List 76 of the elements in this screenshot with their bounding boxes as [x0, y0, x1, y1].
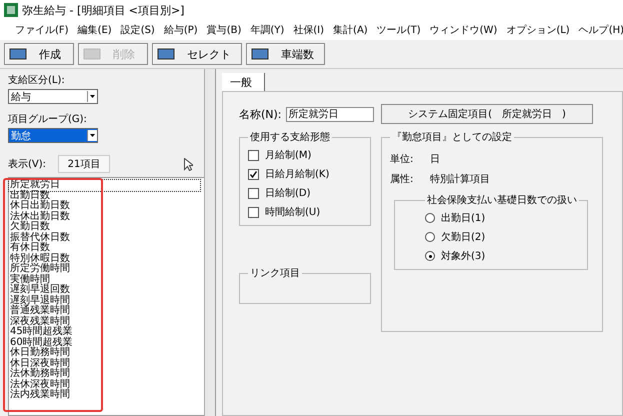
list-item[interactable]: 休日深夜時間 — [9, 358, 70, 369]
list-item[interactable]: 欠勤日数 — [9, 222, 50, 232]
list-item[interactable]: 特別休暇日数 — [9, 254, 70, 264]
radio-button[interactable] — [425, 251, 435, 261]
item-group-label: 項目グループ(G): — [8, 112, 88, 126]
tab[interactable]: 一般 — [222, 73, 265, 91]
list-item[interactable]: 所定労働時間 — [9, 264, 70, 274]
menu-item[interactable]: 年調(Y) — [250, 23, 284, 37]
toolbar-icon — [9, 47, 29, 61]
list-item[interactable]: 普通残業時間 — [9, 306, 70, 316]
checkbox[interactable] — [248, 168, 259, 180]
list-item[interactable]: 実働時間 — [9, 274, 50, 285]
list-item[interactable]: 遅刻早退回数 — [9, 285, 70, 296]
list-item[interactable]: 法内残業時間 — [9, 390, 70, 400]
menu-item[interactable]: ウィンドウ(W) — [430, 23, 498, 37]
pay-type-label: 支給区分(L): — [8, 74, 66, 87]
attribute-value: 特別計算項目 — [430, 172, 491, 186]
item-group-dropdown[interactable]: 勤怠 — [8, 128, 98, 143]
menu-item[interactable]: ヘルプ(H) — [578, 23, 623, 37]
list-item[interactable]: 振替代休日数 — [9, 232, 70, 243]
toolbar-icon — [157, 47, 177, 61]
group-title: 使用する支給形態 — [249, 130, 331, 144]
list-item[interactable]: 有休日数 — [9, 243, 50, 254]
toolbar-button[interactable]: 車端数 — [246, 43, 325, 65]
checkbox-option[interactable]: 月給制(M) — [248, 148, 362, 162]
radio-button[interactable] — [425, 232, 435, 242]
menu-item[interactable]: 社保(I) — [293, 23, 324, 37]
menu-item[interactable]: 設定(S) — [120, 23, 155, 37]
menu-item[interactable]: 集計(A) — [333, 23, 368, 37]
list-item[interactable]: 出勤日数 — [9, 190, 50, 201]
window-title: 弥生給与 - [明細項目 <項目別>] — [22, 2, 184, 18]
list-item[interactable]: 法休深夜時間 — [9, 380, 70, 390]
radio-button[interactable] — [425, 213, 435, 223]
toolbar-icon — [83, 47, 103, 61]
checkbox[interactable] — [248, 206, 259, 218]
radio-option[interactable]: 出勤日(1) — [425, 211, 579, 225]
attribute-label: 属性: — [390, 172, 414, 186]
system-item-button[interactable]: システム固定項目( 所定就労日 ) — [381, 104, 593, 124]
toolbar-icon — [251, 47, 271, 61]
list-item[interactable]: 深夜残業時間 — [9, 316, 70, 327]
menu-item[interactable]: 給与(P) — [164, 23, 198, 37]
display-label: 表示(V): — [8, 158, 46, 171]
app-logo-icon — [4, 3, 18, 17]
list-item[interactable]: 60時間超残業 — [9, 338, 73, 348]
unit-value: 日 — [430, 153, 441, 166]
menu-item[interactable]: ツール(T) — [376, 23, 421, 37]
menu-item[interactable]: 編集(E) — [78, 23, 112, 37]
list-item[interactable]: 休日出勤日数 — [9, 201, 70, 212]
list-item[interactable]: 法休出勤日数 — [9, 212, 70, 222]
pay-type-dropdown[interactable]: 給与 — [8, 89, 98, 104]
checkbox[interactable] — [248, 188, 259, 198]
list-item[interactable]: 45時間超残業 — [9, 327, 73, 338]
checkbox-option[interactable]: 時間給制(U) — [248, 205, 362, 219]
cursor-icon — [184, 158, 194, 170]
list-item[interactable]: 遅刻早退時間 — [9, 296, 70, 306]
menu-item[interactable]: 賞与(B) — [206, 23, 242, 37]
group-title: 社会保険支払い基礎日数での扱い — [426, 194, 578, 207]
unit-label: 単位: — [390, 153, 414, 166]
checkbox-option[interactable]: 日給月給制(K) — [248, 167, 362, 181]
name-field[interactable]: 所定就労日 — [286, 106, 374, 122]
list-item[interactable]: 休日勤務時間 — [9, 348, 70, 358]
checkbox[interactable] — [248, 150, 259, 160]
caret-icon — [87, 91, 97, 102]
radio-option[interactable]: 欠勤日(2) — [425, 230, 579, 244]
item-count: 21項目 — [58, 155, 110, 173]
group-title: リンク項目 — [249, 267, 301, 280]
caret-icon — [87, 130, 97, 141]
checkbox-option[interactable]: 日給制(D) — [248, 186, 362, 200]
menu-item[interactable]: ファイル(F) — [15, 23, 69, 37]
group-title: 『勤怠項目』としての設定 — [391, 130, 513, 144]
toolbar-button[interactable]: セレクト — [152, 43, 242, 65]
toolbar-button[interactable]: 作成 — [4, 43, 74, 65]
menu-item[interactable]: オプション(L) — [506, 23, 570, 37]
name-label: 名称(N): — [239, 106, 282, 122]
list-item[interactable]: 法休勤務時間 — [9, 369, 70, 380]
radio-option[interactable]: 対象外(3) — [425, 249, 579, 263]
